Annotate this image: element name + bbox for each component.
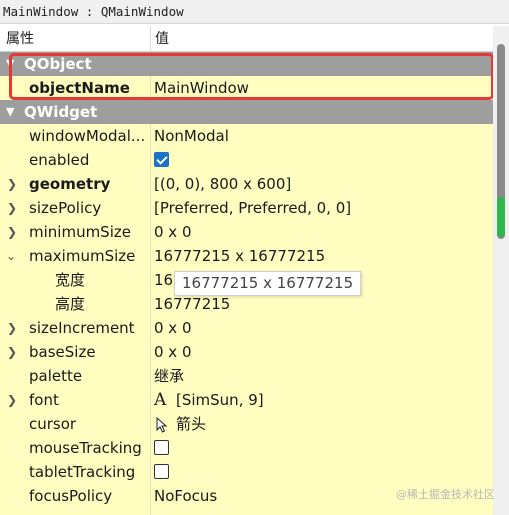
property-name: cursor [29,415,77,433]
property-value[interactable]: 0 x 0 [154,316,192,340]
property-value[interactable]: NonModal [154,124,229,148]
property-value[interactable]: [SimSun, 9] [176,388,264,412]
mousetracking-checkbox[interactable] [154,440,169,455]
group-qobject[interactable]: ▼ QObject [0,52,493,76]
property-name: mouseTracking [29,439,142,457]
chevron-right-icon[interactable]: ❯ [7,316,17,340]
property-name: minimumSize [29,223,131,241]
tablettracking-checkbox[interactable] [154,464,169,479]
property-row-tablettracking[interactable]: tabletTracking [0,460,493,484]
property-value[interactable]: 16 [154,268,173,292]
property-row-mousetracking[interactable]: mouseTracking [0,436,493,460]
watermark: @稀土掘金技术社区 [396,488,495,501]
property-name: palette [29,367,83,385]
tooltip: 16777215 x 16777215 [174,271,362,296]
property-name: baseSize [29,343,96,361]
property-name: 高度 [55,295,86,313]
property-name: sizePolicy [29,199,102,217]
property-value[interactable]: 继承 [154,364,184,388]
property-row-enabled[interactable]: enabled [0,148,493,172]
property-name: maximumSize [29,247,136,265]
property-row-maximumsize[interactable]: ⌄ maximumSize 16777215 x 16777215 [0,244,493,268]
property-name: focusPolicy [29,487,113,505]
collapse-arrow-icon[interactable]: ▼ [6,52,14,76]
window-title: MainWindow : QMainWindow [0,0,509,24]
property-value[interactable]: [Preferred, Preferred, 0, 0] [154,196,351,220]
property-name: enabled [29,151,90,169]
chevron-right-icon[interactable]: ❯ [7,196,17,220]
property-row-sizeincrement[interactable]: ❯ sizeIncrement 0 x 0 [0,316,493,340]
property-row-font[interactable]: ❯ font A [SimSun, 9] [0,388,493,412]
property-row-partial[interactable] [0,508,493,515]
header-value[interactable]: 值 [155,26,169,52]
property-value[interactable]: MainWindow [154,76,249,100]
font-icon: A [154,390,167,410]
property-value[interactable]: 16777215 x 16777215 [154,244,325,268]
property-row-windowmodality[interactable]: windowModal... NonModal [0,124,493,148]
chevron-down-icon[interactable]: ⌄ [6,244,16,268]
property-value[interactable]: [(0, 0), 800 x 600] [154,172,291,196]
chevron-right-icon[interactable]: ❯ [7,388,17,412]
table-header: 属性 值 [0,26,493,52]
property-row-cursor[interactable]: cursor 箭头 [0,412,493,436]
group-label: QWidget [24,103,98,121]
property-value[interactable]: 箭头 [176,412,206,436]
header-divider[interactable] [150,26,151,52]
property-name: font [29,391,59,409]
chevron-right-icon[interactable]: ❯ [7,220,17,244]
property-value[interactable]: 0 x 0 [154,220,192,244]
property-name: sizeIncrement [29,319,135,337]
arrow-cursor-icon [156,412,168,436]
collapse-arrow-icon[interactable]: ▼ [6,100,14,124]
property-row-palette[interactable]: palette 继承 [0,364,493,388]
chevron-right-icon[interactable]: ❯ [7,340,17,364]
property-value[interactable]: 0 x 0 [154,340,192,364]
property-name: 宽度 [55,271,86,289]
property-name: objectName [29,79,130,97]
enabled-checkbox[interactable] [154,152,169,167]
property-name: geometry [29,175,111,193]
group-qwidget[interactable]: ▼ QWidget [0,100,493,124]
property-value[interactable]: NoFocus [154,484,217,508]
group-label: QObject [24,55,92,73]
property-row-basesize[interactable]: ❯ baseSize 0 x 0 [0,340,493,364]
property-row-objectname[interactable]: objectName MainWindow [0,76,493,100]
header-property[interactable]: 属性 [6,26,34,52]
property-name: windowModal... [29,127,146,145]
chevron-right-icon[interactable]: ❯ [7,172,17,196]
scrollbar-indicator [497,197,505,237]
property-row-sizepolicy[interactable]: ❯ sizePolicy [Preferred, Preferred, 0, 0… [0,196,493,220]
property-name: tabletTracking [29,463,136,481]
property-row-geometry[interactable]: ❯ geometry [(0, 0), 800 x 600] [0,172,493,196]
property-row-minimumsize[interactable]: ❯ minimumSize 0 x 0 [0,220,493,244]
